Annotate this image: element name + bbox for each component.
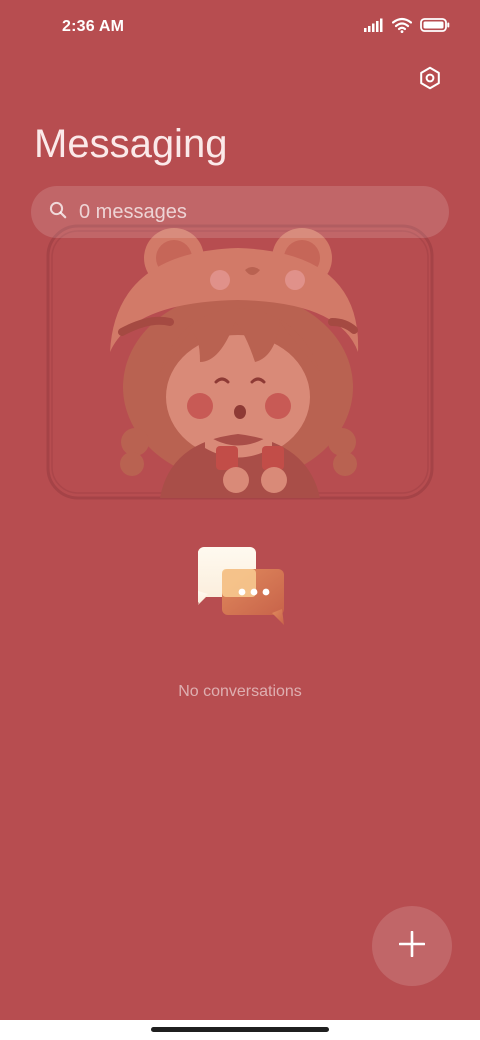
- page-title: Messaging: [34, 122, 228, 166]
- background-illustration: [40, 222, 440, 507]
- settings-icon: [418, 66, 442, 95]
- search-bar[interactable]: 0 messages: [31, 186, 449, 238]
- status-time: 2:36 AM: [62, 18, 125, 35]
- settings-button[interactable]: [414, 64, 446, 96]
- home-indicator[interactable]: [151, 1027, 329, 1032]
- search-placeholder: 0 messages: [79, 200, 187, 223]
- plus-icon: [398, 930, 426, 962]
- battery-icon: [420, 18, 450, 37]
- conversation-bubbles-icon: [194, 545, 286, 627]
- empty-state-message: No conversations: [178, 683, 302, 700]
- status-bar: 2:36 AM: [0, 0, 480, 56]
- search-icon: [49, 201, 67, 224]
- new-conversation-button[interactable]: [372, 906, 452, 986]
- status-icons: [364, 17, 450, 38]
- signal-icon: [364, 18, 384, 37]
- wifi-icon: [391, 17, 413, 38]
- messaging-screen: 2:36 AM Messaging 0 messages No conversa…: [0, 0, 480, 1040]
